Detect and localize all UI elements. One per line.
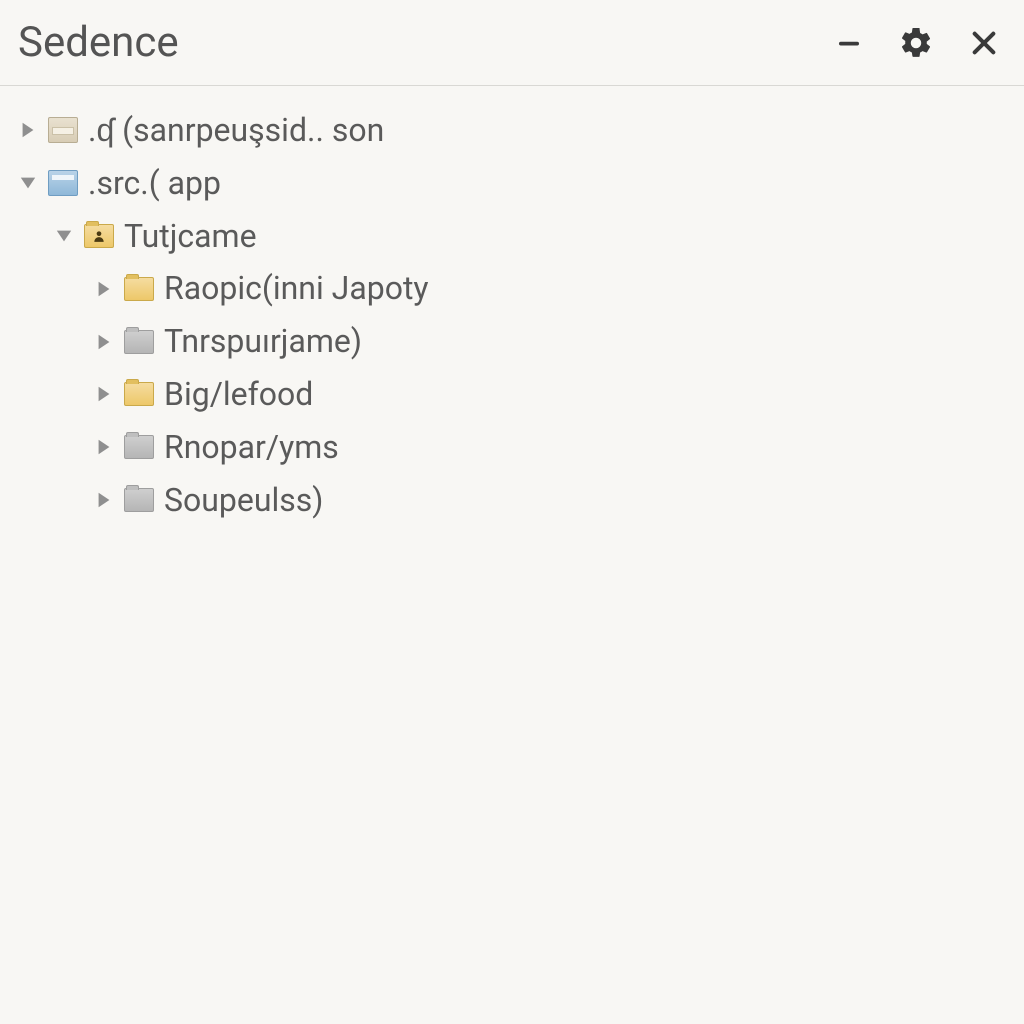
chevron-right-icon[interactable] — [94, 385, 114, 403]
tree-node[interactable]: Raopic(inni Japoty — [14, 262, 1010, 315]
tree-node-label: .ʠ (sanrpeuşsid.. son — [88, 112, 384, 149]
minimize-button[interactable] — [834, 28, 864, 58]
tree-node[interactable]: .src.( app — [14, 157, 1010, 210]
chevron-right-icon[interactable] — [94, 333, 114, 351]
chevron-right-icon[interactable] — [94, 280, 114, 298]
tree-node-label: Tnrspuırjame) — [164, 323, 362, 360]
settings-button[interactable] — [898, 25, 934, 61]
folder-icon — [124, 382, 154, 406]
folder-icon — [124, 277, 154, 301]
tree-node-label: Rnopar/yms — [164, 429, 339, 466]
chevron-down-icon[interactable] — [54, 227, 74, 245]
folder-user-icon — [84, 224, 114, 248]
tree-node[interactable]: Rnopar/yms — [14, 421, 1010, 474]
app-window: Sedence .ʠ (sanrpeuşsid.. son — [0, 0, 1024, 1024]
chevron-right-icon[interactable] — [18, 121, 38, 139]
folder-icon — [124, 488, 154, 512]
tree-node-label: Soupeulss) — [164, 482, 323, 519]
minimize-icon — [834, 28, 864, 58]
tree-node[interactable]: Big/lefood — [14, 368, 1010, 421]
tree-node[interactable]: .ʠ (sanrpeuşsid.. son — [14, 104, 1010, 157]
tree-node-label: .src.( app — [88, 165, 221, 202]
file-icon — [48, 170, 78, 196]
tree-node-label: Big/lefood — [164, 376, 313, 413]
chevron-right-icon[interactable] — [94, 438, 114, 456]
tree-node[interactable]: Tnrspuırjame) — [14, 315, 1010, 368]
tree-node[interactable]: Tutjcame — [14, 210, 1010, 263]
folder-icon — [124, 435, 154, 459]
tree-node-label: Raopic(inni Japoty — [164, 270, 429, 307]
titlebar: Sedence — [0, 0, 1024, 86]
file-tree: .ʠ (sanrpeuşsid.. son .src.( app Tutjcam… — [0, 86, 1024, 1024]
file-icon — [48, 117, 78, 143]
chevron-down-icon[interactable] — [18, 174, 38, 192]
tree-node-label: Tutjcame — [124, 218, 257, 255]
tree-node[interactable]: Soupeulss) — [14, 474, 1010, 527]
folder-icon — [124, 330, 154, 354]
chevron-right-icon[interactable] — [94, 491, 114, 509]
app-title: Sedence — [18, 18, 179, 67]
close-icon — [968, 27, 1000, 59]
close-button[interactable] — [968, 27, 1000, 59]
gear-icon — [898, 25, 934, 61]
titlebar-controls — [834, 25, 1000, 61]
